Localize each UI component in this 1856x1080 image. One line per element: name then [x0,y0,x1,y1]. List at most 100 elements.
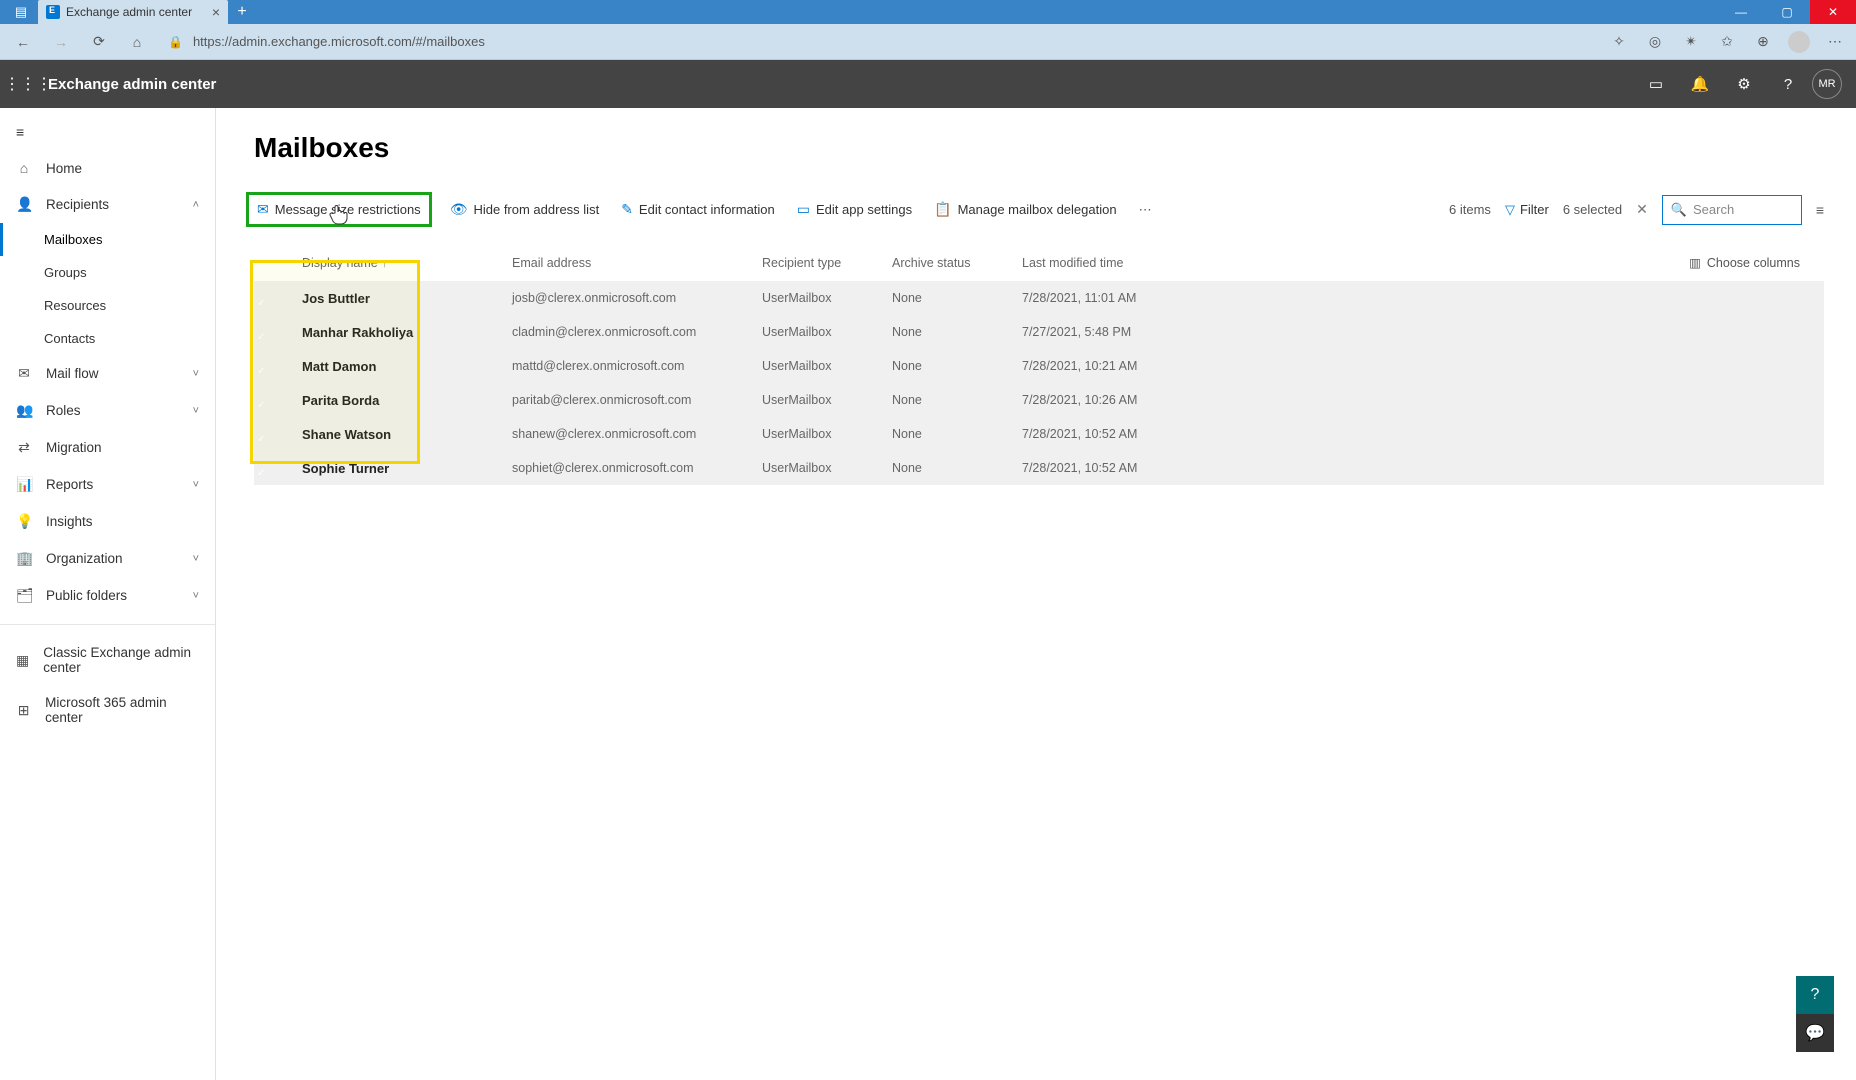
feedback-fab-button[interactable]: 💬 [1796,1014,1834,1052]
notifications-icon[interactable]: 🔔 [1680,64,1720,104]
cell-recipient-type: UserMailbox [762,359,892,373]
sidebar-item-public-folders[interactable]: 🗂 Public folders ˅ [0,577,215,614]
hide-from-address-list-button[interactable]: 👁 Hide from address list [446,195,604,224]
reports-icon: 📊 [16,476,32,493]
table-row[interactable]: Jos Buttlerjosb@clerex.onmicrosoft.comUs… [254,281,1824,315]
mail-size-icon: ✉ [257,201,269,218]
edit-app-settings-button[interactable]: ▭ Edit app settings [793,195,916,224]
profile-avatar[interactable] [1788,31,1810,53]
chevron-down-icon: ˅ [193,405,199,417]
favorites-icon[interactable]: ✩ [1716,31,1738,53]
app-title: Exchange admin center [48,76,216,93]
sidebar-item-home[interactable]: ⌂ Home [0,150,215,186]
refresh-button[interactable]: ⟳ [86,29,112,55]
cell-recipient-type: UserMailbox [762,291,892,305]
sidebar-item-migration[interactable]: ⇄ Migration [0,429,215,466]
help-fab-button[interactable]: ? [1796,976,1834,1014]
sidebar-item-reports[interactable]: 📊 Reports ˅ [0,466,215,503]
shopping-icon[interactable]: ✧ [1608,31,1630,53]
sidebar-item-m365-admin[interactable]: ⊞ Microsoft 365 admin center [0,685,215,735]
extensions-icon[interactable]: ✴ [1680,31,1702,53]
table-row[interactable]: Manhar Rakholiyacladmin@clerex.onmicroso… [254,315,1824,349]
collections-icon[interactable]: ⊕ [1752,31,1774,53]
help-icon[interactable]: ? [1768,64,1808,104]
sidebar-item-label: Classic Exchange admin center [43,645,199,675]
filter-button[interactable]: ▽ Filter [1505,202,1549,218]
url-field[interactable]: 🔒 https://admin.exchange.microsoft.com/#… [162,34,1596,49]
sort-asc-icon: ↑ [382,259,387,270]
button-label: Manage mailbox delegation [958,202,1117,217]
sidebar-item-label: Roles [46,403,81,418]
chevron-down-icon: ˅ [193,368,199,380]
col-archive-status[interactable]: Archive status [892,256,1022,270]
folders-icon: 🗂 [16,587,32,604]
window-maximize-button[interactable]: ▢ [1764,0,1810,24]
selected-count: 6 selected [1563,202,1622,217]
settings-icon[interactable]: ⚙ [1724,64,1764,104]
user-avatar[interactable]: MR [1812,69,1842,99]
table-row[interactable]: Shane Watsonshanew@clerex.onmicrosoft.co… [254,417,1824,451]
cell-display-name: Jos Buttler [302,291,512,306]
cell-display-name: Manhar Rakholiya [302,325,512,340]
forward-button[interactable]: → [48,29,74,55]
search-input[interactable]: 🔍 Search [1662,195,1802,225]
table-row[interactable]: Sophie Turnersophiet@clerex.onmicrosoft.… [254,451,1824,485]
sidebar-item-classic-eac[interactable]: ▦ Classic Exchange admin center [0,635,215,685]
message-size-restrictions-button[interactable]: ✉ Message size restrictions [246,192,432,227]
clear-selection-button[interactable]: ✕ [1636,201,1648,218]
tab-title: Exchange admin center [66,5,192,19]
cell-modified: 7/28/2021, 10:52 AM [1022,427,1272,441]
page-title: Mailboxes [254,132,1824,164]
sidebar-item-label: Recipients [46,197,109,212]
home-button[interactable]: ⌂ [124,29,150,55]
sidebar-item-resources[interactable]: Resources [0,289,215,322]
cell-recipient-type: UserMailbox [762,427,892,441]
tab-close-icon[interactable]: × [212,4,220,20]
cell-email: cladmin@clerex.onmicrosoft.com [512,325,762,339]
sidebar-item-recipients[interactable]: 👤 Recipients ˄ [0,186,215,223]
table-row[interactable]: Parita Bordaparitab@clerex.onmicrosoft.c… [254,383,1824,417]
sidebar-item-label: Reports [46,477,93,492]
cell-display-name: Parita Borda [302,393,512,408]
dashboard-icon[interactable]: ▭ [1636,64,1676,104]
more-commands-button[interactable]: ⋯ [1135,202,1158,218]
back-button[interactable]: ← [10,29,36,55]
manage-delegation-button[interactable]: 📋 Manage mailbox delegation [930,195,1120,224]
tab-actions-icon[interactable]: ▤ [4,0,38,24]
cell-archive: None [892,359,1022,373]
browser-tab[interactable]: Exchange admin center × [38,0,228,24]
sidebar-item-contacts[interactable]: Contacts [0,322,215,355]
new-tab-button[interactable]: + [228,0,256,24]
sidebar-toggle-icon[interactable]: ≡ [0,114,215,150]
col-modified[interactable]: Last modified time [1022,256,1272,270]
cell-display-name: Matt Damon [302,359,512,374]
sidebar-item-insights[interactable]: 💡 Insights [0,503,215,540]
sidebar-item-mail-flow[interactable]: ✉ Mail flow ˅ [0,355,215,392]
col-email[interactable]: Email address [512,256,762,270]
col-display-name[interactable]: Display name↑ [302,256,512,270]
sidebar-item-mailboxes[interactable]: Mailboxes [0,223,215,256]
choose-columns-button[interactable]: ▥ Choose columns [1689,255,1824,270]
edit-contact-info-button[interactable]: ✎ Edit contact information [617,195,779,224]
insights-icon: 💡 [16,513,32,530]
app-launcher-icon[interactable]: ⋮⋮⋮ [8,64,48,104]
col-recipient-type[interactable]: Recipient type [762,256,892,270]
sidebar-item-roles[interactable]: 👥 Roles ˅ [0,392,215,429]
view-options-icon[interactable]: ≡ [1816,202,1824,218]
browser-menu-icon[interactable]: ⋯ [1824,31,1846,53]
button-label: Choose columns [1707,256,1800,270]
sidebar-item-label: Microsoft 365 admin center [45,695,199,725]
cell-recipient-type: UserMailbox [762,325,892,339]
sidebar-item-organization[interactable]: 🏢 Organization ˅ [0,540,215,577]
sidebar-item-groups[interactable]: Groups [0,256,215,289]
cell-email: paritab@clerex.onmicrosoft.com [512,393,762,407]
cell-archive: None [892,461,1022,475]
sidebar-item-label: Insights [46,514,93,529]
window-close-button[interactable]: ✕ [1810,0,1856,24]
button-label: Edit app settings [816,202,912,217]
command-bar: ✉ Message size restrictions 👁 Hide from … [254,192,1824,227]
table-row[interactable]: Matt Damonmattd@clerex.onmicrosoft.comUs… [254,349,1824,383]
sidebar-divider [0,624,215,625]
tracking-icon[interactable]: ◎ [1644,31,1666,53]
window-minimize-button[interactable]: — [1718,0,1764,24]
